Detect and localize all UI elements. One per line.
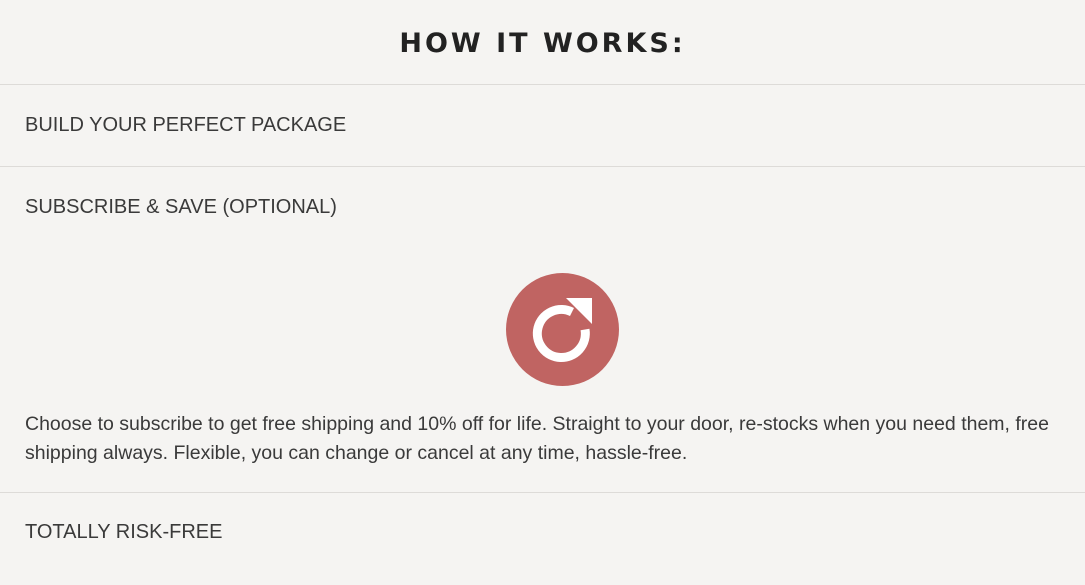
divider (0, 166, 1085, 167)
divider (0, 84, 1085, 85)
accordion-risk-free[interactable]: TOTALLY RISK-FREE (25, 519, 222, 545)
divider (0, 492, 1085, 493)
refresh-icon (506, 273, 619, 386)
accordion-build-package[interactable]: BUILD YOUR PERFECT PACKAGE (25, 112, 346, 138)
accordion-subscribe-save[interactable]: SUBSCRIBE & SAVE (OPTIONAL) (25, 194, 337, 220)
how-it-works-page: HOW IT WORKS: BUILD YOUR PERFECT PACKAGE… (0, 0, 1085, 585)
page-title: HOW IT WORKS: (399, 28, 686, 60)
subscribe-description: Choose to subscribe to get free shipping… (25, 413, 1049, 464)
